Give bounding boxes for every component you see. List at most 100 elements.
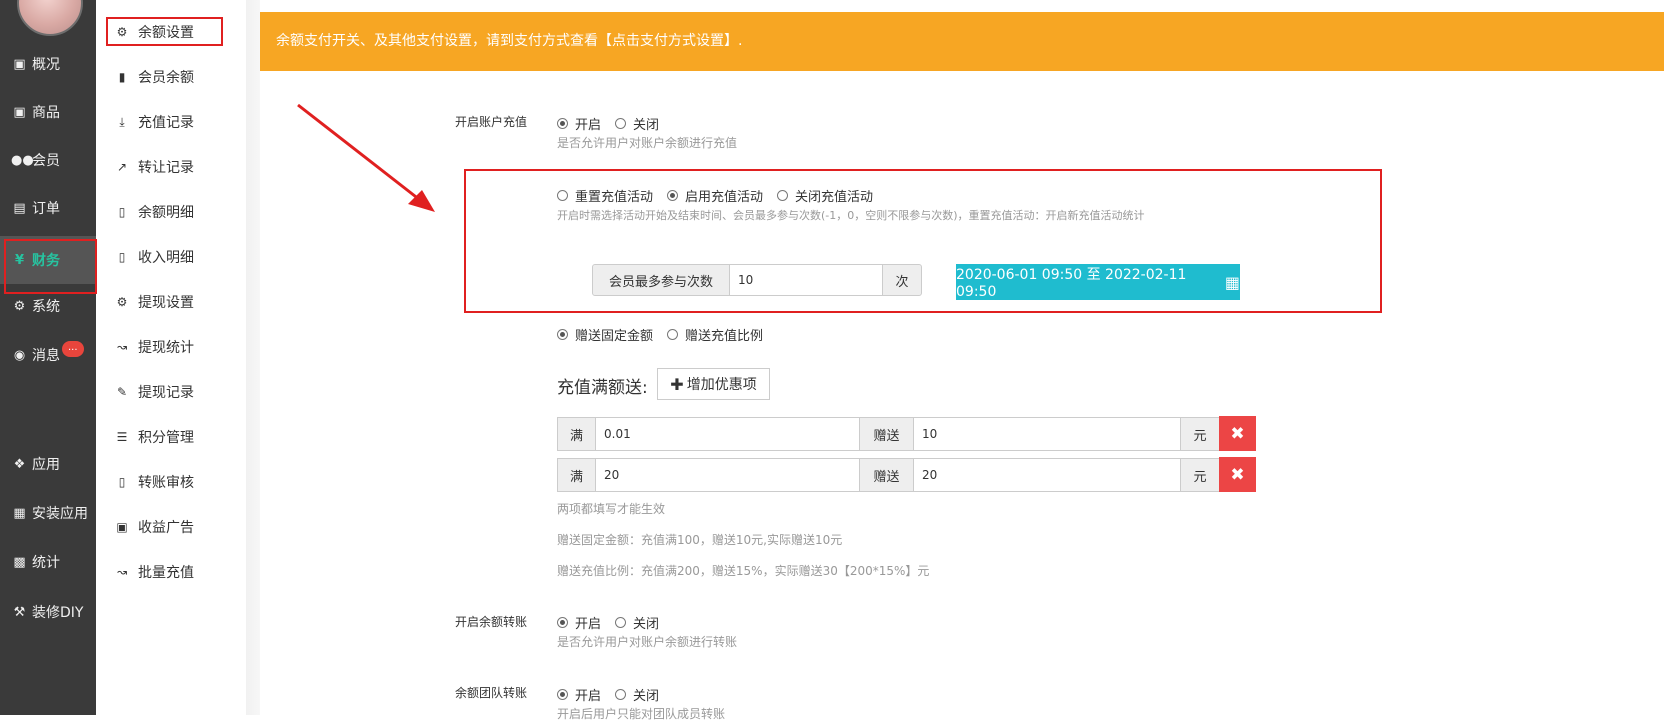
puzzle-icon: ▦ [13, 505, 26, 521]
submenu-item-balance-details[interactable]: ▯ 余额明细 [96, 192, 246, 232]
nav-item-label: 系统 [32, 299, 60, 315]
gear-icon: ⚙ [116, 25, 128, 39]
gift-help-ratio-example: 赠送充值比例：充值满200，赠送15%，实际赠送30【200*15%】元 [557, 564, 930, 578]
submenu-item-withdraw-settings[interactable]: ⚙ 提现设置 [96, 282, 246, 322]
submenu-item-recharge-records[interactable]: ⤓ 充值记录 [96, 102, 246, 142]
radio-unchecked-icon [557, 190, 568, 201]
add-discount-button[interactable]: ✚ 增加优惠项 [657, 368, 770, 400]
delete-row-button[interactable]: ✖ [1219, 457, 1256, 492]
annotation-arrow-icon [297, 103, 435, 212]
radio-checked-icon [557, 118, 568, 129]
full-amount-input[interactable]: 0.01 [595, 417, 860, 451]
nav-item-orders[interactable]: ▤ 订单 [0, 186, 96, 230]
gift-help-both-required: 两项都填写才能生效 [557, 502, 666, 516]
database-icon: ☰ [116, 430, 128, 444]
team-transfer-on-radio[interactable]: 开启 [557, 685, 601, 704]
nav-item-goods[interactable]: ▣ 商品 [0, 90, 96, 134]
gift-mode-radio-group: 赠送固定金额 赠送充值比例 [557, 325, 777, 344]
radio-unchecked-icon [777, 190, 789, 201]
max-participation-label: 会员最多参与次数 [592, 264, 730, 296]
nav-item-messages[interactable]: ◉ 消息 [0, 333, 96, 377]
add-discount-label: 增加优惠项 [686, 377, 757, 393]
transfer-on-radio[interactable]: 开启 [557, 613, 601, 632]
nav-item-label: 会员 [32, 153, 60, 169]
avatar[interactable] [17, 0, 83, 36]
radio-label: 赠送充值比例 [685, 329, 764, 344]
full-amount-input[interactable]: 20 [595, 458, 860, 492]
delete-row-button[interactable]: ✖ [1219, 416, 1256, 451]
image-icon: ▣ [116, 520, 128, 534]
submenu-item-label: 积分管理 [138, 430, 194, 446]
submenu-item-withdraw-stats[interactable]: ↝ 提现统计 [96, 327, 246, 367]
nav-item-members[interactable]: ●● 会员 [0, 138, 96, 182]
submenu-item-points[interactable]: ☰ 积分管理 [96, 417, 246, 457]
submenu-item-revenue-ads[interactable]: ▣ 收益广告 [96, 507, 246, 547]
activity-radio-group: 重置充值活动 启用充值活动 关闭充值活动 [557, 186, 887, 205]
submenu-item-label: 批量充值 [138, 565, 194, 581]
bar-chart-icon: ▩ [13, 554, 26, 570]
gift-amount-input[interactable]: 20 [913, 458, 1181, 492]
nav-item-overview[interactable]: ▣ 概况 [0, 42, 96, 86]
nav-item-label: 财务 [32, 253, 60, 269]
submenu-item-label: 收益广告 [138, 520, 194, 536]
submenu-item-label: 收入明细 [138, 250, 194, 266]
nav-item-label: 统计 [32, 555, 60, 571]
radio-label: 关闭充值活动 [795, 190, 874, 205]
message-count-badge: ... [62, 341, 84, 357]
transfer-radio-group: 开启 关闭 [557, 613, 673, 632]
fixed-amount-radio[interactable]: 赠送固定金额 [557, 325, 653, 344]
submenu-item-label: 会员余额 [138, 70, 194, 86]
radio-label: 赠送固定金额 [575, 329, 654, 344]
submenu-item-label: 提现设置 [138, 295, 194, 311]
window-icon: ▣ [13, 104, 26, 120]
submenu-item-transfer-records[interactable]: ↗ 转让记录 [96, 147, 246, 187]
payment-settings-notice[interactable]: 余额支付开关、及其他支付设置，请到支付方式查看【点击支付方式设置】. [260, 12, 1664, 71]
activity-date-range-button[interactable]: 2020-06-01 09:50 至 2022-02-11 09:50 ▦ [956, 264, 1240, 300]
gift-section-title: 充值满额送: [557, 378, 648, 398]
gift-amount-input[interactable]: 10 [913, 417, 1181, 451]
comment-icon: ◉ [13, 347, 26, 363]
submenu-item-income-details[interactable]: ▯ 收入明细 [96, 237, 246, 277]
calendar-icon: ▦ [1224, 272, 1240, 292]
ratio-radio[interactable]: 赠送充值比例 [667, 325, 763, 344]
recharge-off-radio[interactable]: 关闭 [615, 114, 659, 133]
finance-submenu: ⚙ 余额设置 ▮ 会员余额 ⤓ 充值记录 ↗ 转让记录 ▯ 余额明细 ▯ 收入明细 ⚙ 提现设… [96, 0, 246, 715]
recharge-on-radio[interactable]: 开启 [557, 114, 601, 133]
nav-item-statistics[interactable]: ▩ 统计 [0, 540, 96, 584]
nav-item-label: 商品 [32, 105, 60, 121]
nav-item-label: 装修DIY [32, 605, 84, 621]
nav-item-install-apps[interactable]: ▦ 安装应用 [0, 491, 96, 535]
enable-activity-radio[interactable]: 启用充值活动 [667, 186, 763, 205]
gavel-icon: ⚒ [13, 604, 26, 620]
submenu-item-transfer-review[interactable]: ▯ 转账审核 [96, 462, 246, 502]
file-icon: ▯ [118, 250, 126, 264]
gift-amount-label: 赠送 [859, 417, 914, 451]
radio-label: 开启 [575, 118, 602, 133]
transfer-off-radio[interactable]: 关闭 [615, 613, 659, 632]
nav-item-apps[interactable]: ❖ 应用 [0, 442, 96, 486]
submenu-item-balance-settings[interactable]: ⚙ 余额设置 [96, 12, 246, 52]
recharge-help: 是否允许用户对账户余额进行充值 [557, 136, 738, 150]
full-amount-label: 满 [557, 417, 596, 451]
submenu-item-member-balance[interactable]: ▮ 会员余额 [96, 57, 246, 97]
recharge-radio-group: 开启 关闭 [557, 114, 673, 133]
close-icon: ✖ [1230, 464, 1245, 485]
radio-unchecked-icon [615, 617, 627, 628]
radio-checked-icon [557, 617, 568, 628]
nav-item-system[interactable]: ⚙ 系统 [0, 284, 96, 328]
submenu-item-withdraw-records[interactable]: ✎ 提现记录 [96, 372, 246, 412]
max-participation-input[interactable]: 10 [729, 264, 883, 296]
close-activity-radio[interactable]: 关闭充值活动 [777, 186, 873, 205]
nav-item-label: 消息 [32, 348, 60, 364]
recharge-label: 开启账户充值 [455, 115, 528, 129]
nav-item-finance[interactable]: ¥ 财务 [0, 236, 96, 284]
nav-item-label: 概况 [32, 57, 60, 73]
nav-item-diy[interactable]: ⚒ 装修DIY [0, 590, 96, 634]
team-transfer-off-radio[interactable]: 关闭 [615, 685, 659, 704]
reset-activity-radio[interactable]: 重置充值活动 [557, 186, 653, 205]
gears-icon: ⚙ [13, 298, 26, 314]
plus-icon: ✚ [670, 374, 684, 394]
radio-label: 开启 [575, 689, 602, 704]
submenu-item-batch-recharge[interactable]: ↝ 批量充值 [96, 552, 246, 592]
gift-unit: 元 [1180, 458, 1220, 492]
